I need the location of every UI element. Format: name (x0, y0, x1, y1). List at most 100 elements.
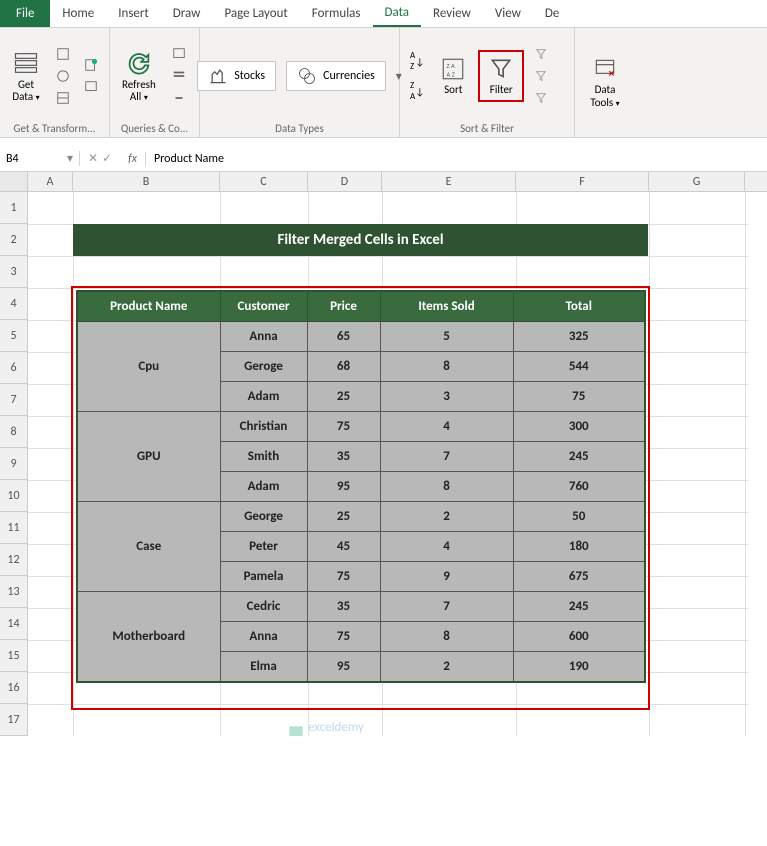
sheet-cells[interactable]: Filter Merged Cells in Excel Product Nam… (28, 192, 767, 736)
cell-product[interactable]: Motherboard (77, 592, 220, 683)
row-header-12[interactable]: 12 (0, 544, 27, 576)
col-header-D[interactable]: D (308, 172, 382, 191)
row-header-8[interactable]: 8 (0, 416, 27, 448)
cell-total[interactable]: 325 (513, 322, 645, 352)
cell-customer[interactable]: Anna (220, 322, 307, 352)
cell-price[interactable]: 35 (307, 442, 380, 472)
tab-review[interactable]: Review (421, 0, 483, 27)
cell-customer[interactable]: Anna (220, 622, 307, 652)
cell-customer[interactable]: Adam (220, 382, 307, 412)
tab-data[interactable]: Data (373, 0, 422, 27)
col-header-A[interactable]: A (28, 172, 73, 191)
cell-items[interactable]: 3 (380, 382, 513, 412)
cell-total[interactable]: 600 (513, 622, 645, 652)
queries-connections-button[interactable] (168, 44, 190, 64)
row-header-15[interactable]: 15 (0, 640, 27, 672)
tab-page-layout[interactable]: Page Layout (212, 0, 299, 27)
cell-price[interactable]: 25 (307, 382, 380, 412)
header-price[interactable]: Price (307, 291, 380, 322)
row-header-16[interactable]: 16 (0, 672, 27, 704)
row-header-7[interactable]: 7 (0, 384, 27, 416)
cell-total[interactable]: 544 (513, 352, 645, 382)
clear-filter-button[interactable] (530, 44, 552, 64)
cell-customer[interactable]: Smith (220, 442, 307, 472)
tab-insert[interactable]: Insert (106, 0, 161, 27)
header-items[interactable]: Items Sold (380, 291, 513, 322)
cell-price[interactable]: 75 (307, 622, 380, 652)
cell-items[interactable]: 2 (380, 502, 513, 532)
tab-file[interactable]: File (0, 0, 50, 27)
col-header-C[interactable]: C (220, 172, 308, 191)
row-header-17[interactable]: 17 (0, 704, 27, 736)
cell-customer[interactable]: George (220, 502, 307, 532)
cell-price[interactable]: 75 (307, 562, 380, 592)
col-header-B[interactable]: B (73, 172, 220, 191)
tab-home[interactable]: Home (50, 0, 106, 27)
cell-total[interactable]: 245 (513, 442, 645, 472)
header-customer[interactable]: Customer (220, 291, 307, 322)
cell-total[interactable]: 675 (513, 562, 645, 592)
cell-customer[interactable]: Adam (220, 472, 307, 502)
get-data-button[interactable]: GetData ▾ (6, 47, 46, 105)
data-tools-button[interactable]: DataTools ▾ (584, 54, 625, 110)
name-box-input[interactable] (6, 152, 56, 166)
cell-product[interactable]: Case (77, 502, 220, 592)
tab-de[interactable]: De (533, 0, 571, 27)
header-total[interactable]: Total (513, 291, 645, 322)
cell-items[interactable]: 9 (380, 562, 513, 592)
stocks-button[interactable]: Stocks (197, 61, 276, 91)
cell-total[interactable]: 75 (513, 382, 645, 412)
from-text-button[interactable] (52, 44, 74, 64)
from-table-button[interactable] (52, 88, 74, 108)
cell-customer[interactable]: Elma (220, 652, 307, 683)
cell-items[interactable]: 4 (380, 412, 513, 442)
currencies-button[interactable]: Currencies (286, 61, 386, 91)
row-header-9[interactable]: 9 (0, 448, 27, 480)
fx-icon[interactable]: fx (120, 152, 146, 166)
table-row[interactable]: CpuAnna655325 (77, 322, 645, 352)
cell-items[interactable]: 4 (380, 532, 513, 562)
cell-price[interactable]: 35 (307, 592, 380, 622)
tab-formulas[interactable]: Formulas (300, 0, 373, 27)
table-row[interactable]: CaseGeorge25250 (77, 502, 645, 532)
name-box[interactable]: ▾ (0, 151, 80, 166)
tab-view[interactable]: View (483, 0, 533, 27)
row-header-5[interactable]: 5 (0, 320, 27, 352)
row-header-1[interactable]: 1 (0, 192, 27, 224)
tab-draw[interactable]: Draw (161, 0, 213, 27)
cell-price[interactable]: 68 (307, 352, 380, 382)
cell-items[interactable]: 2 (380, 652, 513, 683)
chevron-down-icon[interactable]: ▾ (67, 151, 73, 166)
cell-customer[interactable]: Peter (220, 532, 307, 562)
cell-price[interactable]: 25 (307, 502, 380, 532)
cell-customer[interactable]: Pamela (220, 562, 307, 592)
cell-price[interactable]: 95 (307, 652, 380, 683)
cell-total[interactable]: 245 (513, 592, 645, 622)
cell-items[interactable]: 8 (380, 352, 513, 382)
col-header-F[interactable]: F (516, 172, 649, 191)
properties-button[interactable] (168, 66, 190, 86)
cell-total[interactable]: 300 (513, 412, 645, 442)
row-header-4[interactable]: 4 (0, 288, 27, 320)
col-header-G[interactable]: G (649, 172, 745, 191)
cell-customer[interactable]: Geroge (220, 352, 307, 382)
select-all-corner[interactable] (0, 172, 28, 191)
advanced-button[interactable] (530, 88, 552, 108)
sort-button[interactable]: Z AA Z Sort (434, 54, 472, 98)
row-header-13[interactable]: 13 (0, 576, 27, 608)
cell-price[interactable]: 95 (307, 472, 380, 502)
cell-items[interactable]: 8 (380, 622, 513, 652)
cell-price[interactable]: 45 (307, 532, 380, 562)
cell-total[interactable]: 190 (513, 652, 645, 683)
cell-total[interactable]: 760 (513, 472, 645, 502)
cell-items[interactable]: 5 (380, 322, 513, 352)
sort-za-button[interactable]: ZA↓ (406, 78, 428, 104)
cell-product[interactable]: GPU (77, 412, 220, 502)
row-header-3[interactable]: 3 (0, 256, 27, 288)
table-row[interactable]: MotherboardCedric357245 (77, 592, 645, 622)
filter-button[interactable]: Filter (482, 54, 520, 98)
reapply-button[interactable] (530, 66, 552, 86)
cell-product[interactable]: Cpu (77, 322, 220, 412)
header-product[interactable]: Product Name (77, 291, 220, 322)
table-row[interactable]: GPUChristian754300 (77, 412, 645, 442)
